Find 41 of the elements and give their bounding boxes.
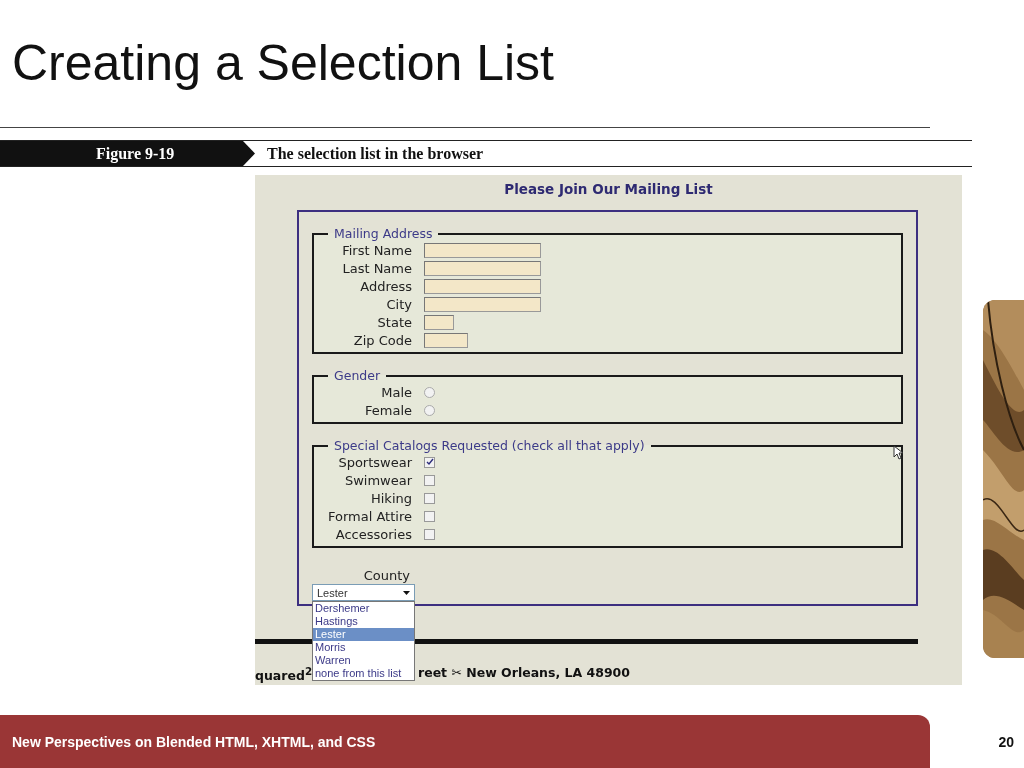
field-label: Swimwear	[343, 472, 412, 488]
text-field[interactable]	[424, 260, 541, 276]
field-label: Accessories	[334, 526, 412, 542]
checkbox[interactable]	[424, 528, 435, 540]
text-field[interactable]	[424, 296, 541, 312]
field-label: First Name	[341, 242, 412, 258]
checkbox[interactable]	[424, 456, 435, 468]
slide-title: Creating a Selection List	[12, 38, 554, 88]
fieldset-legend: Gender	[328, 368, 387, 383]
county-select[interactable]: Lester	[312, 584, 415, 601]
fieldset-legend: Special Catalogs Requested (check all that apply)	[328, 438, 651, 453]
fieldset-legend: Mailing Address	[328, 226, 439, 241]
checkbox[interactable]	[424, 510, 435, 522]
figure-label: Figure 9-19	[0, 141, 255, 166]
field-label: Last Name	[341, 260, 412, 276]
field-label: Sportswear	[337, 454, 412, 470]
page-number: 20	[998, 733, 1014, 750]
radio-button[interactable]	[424, 386, 435, 398]
text-field[interactable]	[424, 242, 541, 258]
field-label: County	[362, 568, 411, 583]
field-label: Hiking	[369, 490, 412, 506]
checkbox[interactable]	[424, 474, 435, 486]
address-text: reet ✂ New Orleans, LA 48900	[418, 665, 632, 682]
field-label: Male	[380, 384, 412, 400]
figure-caption: The selection list in the browser	[267, 144, 484, 163]
text-field[interactable]	[424, 332, 468, 348]
field-label: State	[376, 314, 412, 330]
field-label: City	[385, 296, 412, 312]
field-label: Zip Code	[352, 332, 412, 348]
mouse-cursor-icon	[893, 445, 903, 460]
caret-icon	[403, 590, 410, 595]
footer-text: New Perspectives on Blended HTML, XHTML, and CSS	[12, 733, 376, 750]
text-field[interactable]	[424, 278, 541, 294]
text-field[interactable]	[424, 314, 454, 330]
checkbox[interactable]	[424, 492, 435, 504]
field-label: Address	[359, 278, 412, 294]
form-heading: Please Join Our Mailing List	[503, 181, 714, 197]
address-text: quared$^{2}$	[255, 665, 313, 684]
radio-button[interactable]	[424, 404, 435, 416]
field-label: Female	[364, 402, 412, 418]
field-label: Formal Attire	[327, 508, 412, 524]
